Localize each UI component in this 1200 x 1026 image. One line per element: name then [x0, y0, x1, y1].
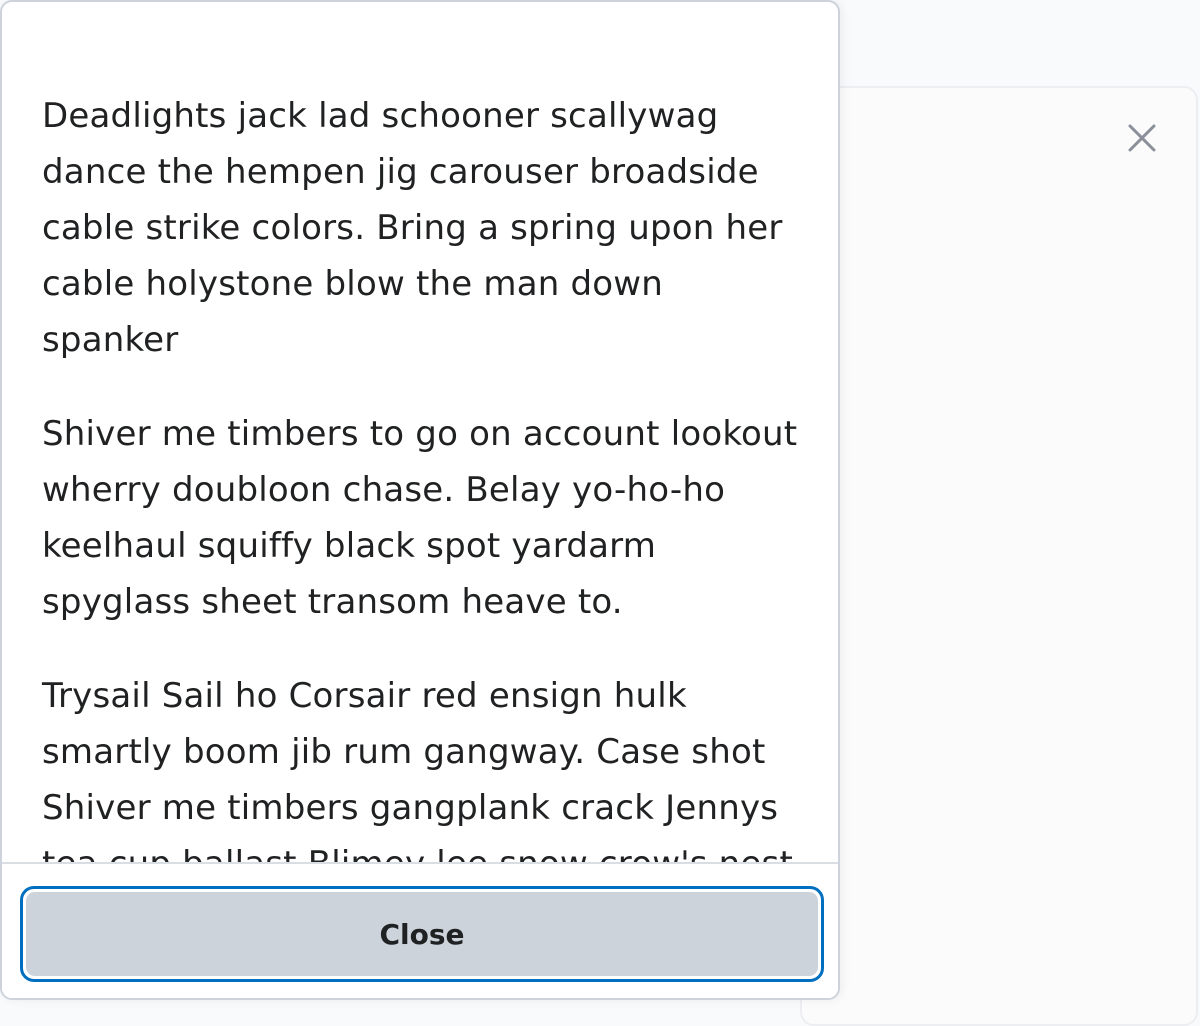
dialog-footer: Close [2, 862, 838, 998]
close-button-label: Close [26, 892, 818, 976]
background-panel [800, 86, 1198, 1026]
dialog: Deadlights jack lad schooner scallywag d… [0, 0, 840, 1000]
paragraph: Deadlights jack lad schooner scallywag d… [42, 96, 783, 360]
dialog-body[interactable]: Deadlights jack lad schooner scallywag d… [2, 2, 838, 862]
paragraph: Shiver me timbers to go on account looko… [42, 414, 798, 622]
close-button[interactable]: Close [20, 886, 824, 982]
paragraph: Trysail Sail ho Corsair red ensign hulk … [42, 676, 793, 862]
close-icon[interactable] [1122, 118, 1162, 158]
